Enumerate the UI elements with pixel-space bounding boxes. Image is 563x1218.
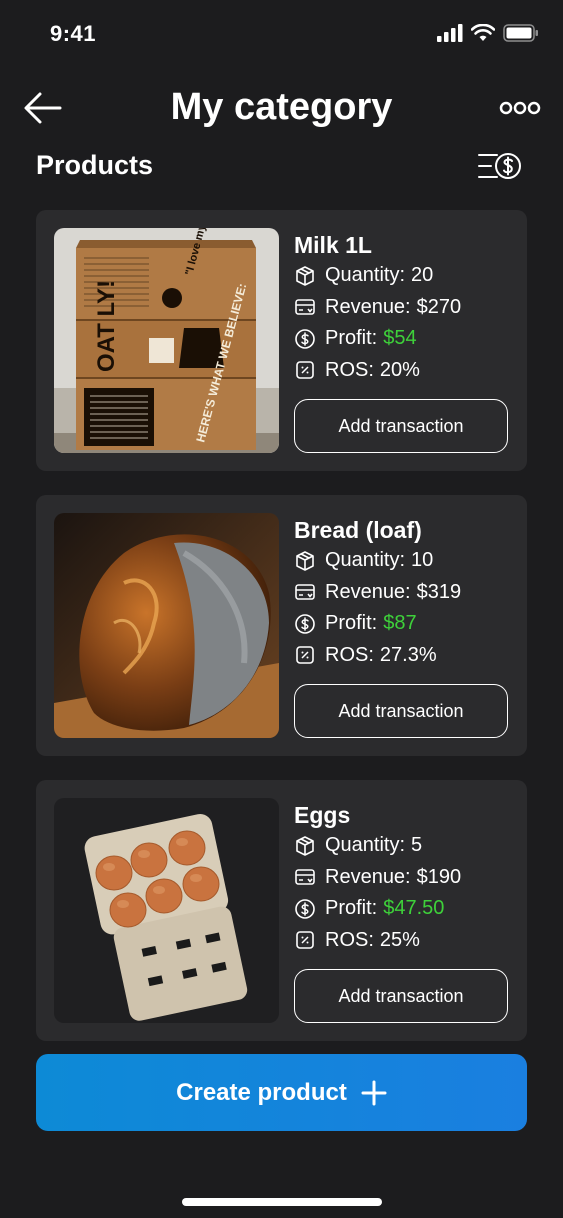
dollar-circle-icon [295,613,315,634]
product-image-bread [54,513,279,738]
revenue-value: $270 [416,295,462,318]
plus-icon [361,1080,387,1105]
profit-label: Profit: [325,897,378,920]
revenue-label: Revenue: [325,580,411,603]
ros-row: ROS: 20% [294,355,514,387]
quantity-value: 5 [411,834,423,857]
box-icon [296,265,314,286]
revenue-value: $190 [416,865,462,888]
percent-icon [296,931,314,950]
card-icon [295,299,315,316]
profit-row: Profit: $54 [294,323,514,355]
product-info-bread: Bread (loaf) Quantity: 10 Revenue: $319 … [294,515,514,671]
dollar-circle-icon [295,328,315,349]
page-title: My category [170,86,393,128]
ros-value: 25% [379,928,420,951]
percent-icon [296,646,314,665]
home-indicator[interactable] [182,1198,382,1206]
product-card-bread: Bread (loaf) Quantity: 10 Revenue: $319 … [36,495,527,756]
more-button[interactable] [499,98,541,118]
card-icon [295,869,315,886]
quantity-label: Quantity: [325,834,406,857]
revenue-value: $319 [416,580,462,603]
header: My category [0,80,563,140]
revenue-label: Revenue: [325,295,411,318]
status-bar: 9:41 [0,0,563,70]
profit-row: Profit: $47.50 [294,893,514,925]
battery-icon [503,24,538,42]
profit-label: Profit: [325,327,378,350]
product-image-milk: "I love my products" OAT LY! HERE'S WHAT… [54,228,279,453]
create-product-button[interactable]: Create product [36,1054,527,1131]
ros-value: 20% [379,358,420,381]
sort-button[interactable] [477,148,523,184]
product-info-milk: Milk 1L Quantity: 20 Revenue: $270 Profi… [294,230,514,386]
ros-row: ROS: 25% [294,925,514,957]
box-icon [296,835,314,856]
signal-icon [437,24,463,42]
status-time: 9:41 [50,21,97,46]
more-icon [499,101,541,115]
product-name: Bread (loaf) [294,517,422,543]
percent-icon [296,361,314,380]
product-card-eggs: Eggs Quantity: 5 Revenue: $190 Profit: $… [36,780,527,1041]
product-info-eggs: Eggs Quantity: 5 Revenue: $190 Profit: $… [294,800,514,956]
section-title: Products [36,150,154,180]
quantity-label: Quantity: [325,264,406,287]
status-icons [437,24,539,42]
ros-value: 27.3% [379,643,437,666]
card-icon [295,584,315,601]
product-name: Eggs [294,802,351,828]
quantity-value: 10 [411,549,434,572]
profit-label: Profit: [325,612,378,635]
dollar-circle-icon [295,898,315,919]
product-card-milk: "I love my products" OAT LY! HERE'S WHAT… [36,210,527,471]
profit-row: Profit: $87 [294,608,514,640]
revenue-row: Revenue: $270 [294,292,514,324]
quantity-label: Quantity: [325,549,406,572]
profit-value: $54 [383,327,417,350]
quantity-row: Quantity: 5 [294,830,514,862]
add-transaction-button[interactable]: Add transaction [294,399,508,453]
add-transaction-button[interactable]: Add transaction [294,969,508,1023]
revenue-row: Revenue: $190 [294,862,514,894]
ros-label: ROS: [325,643,374,666]
ros-row: ROS: 27.3% [294,640,514,672]
product-name: Milk 1L [294,232,372,258]
product-image-eggs [54,798,279,1023]
profit-value: $47.50 [383,897,445,920]
add-transaction-button[interactable]: Add transaction [294,684,508,738]
quantity-row: Quantity: 20 [294,260,514,292]
wifi-icon [471,24,495,41]
revenue-label: Revenue: [325,865,411,888]
sort-dollar-icon [478,153,521,179]
carton-text-2: OAT LY! [93,280,120,372]
profit-value: $87 [383,612,417,635]
box-icon [296,550,314,571]
quantity-row: Quantity: 10 [294,545,514,577]
create-product-label: Create product [176,1078,347,1106]
quantity-value: 20 [411,264,434,287]
ros-label: ROS: [325,928,374,951]
ros-label: ROS: [325,358,374,381]
revenue-row: Revenue: $319 [294,577,514,609]
